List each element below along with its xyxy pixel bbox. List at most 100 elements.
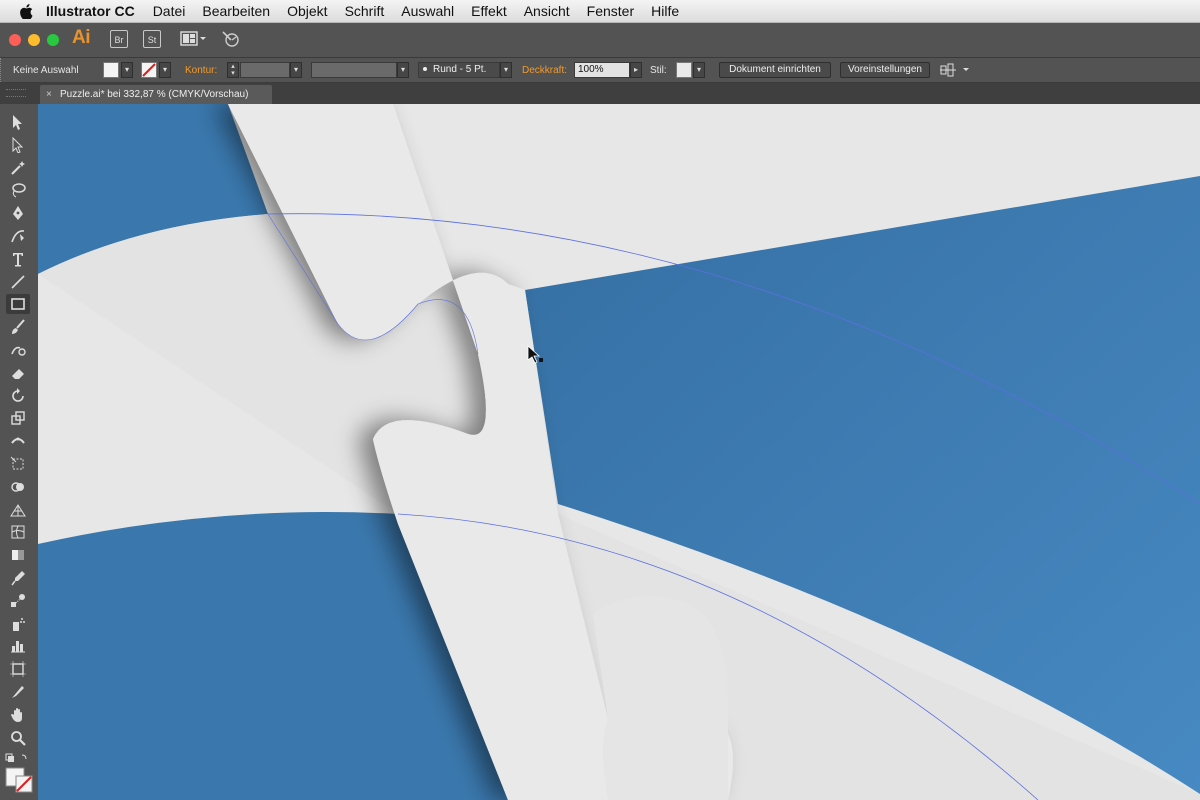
variable-width-profile-dropdown[interactable]: ▾ (397, 62, 409, 78)
line-segment-tool[interactable] (6, 272, 30, 292)
gpu-performance-button[interactable] (221, 29, 241, 54)
zoom-tool[interactable] (6, 728, 30, 748)
fill-stroke-icon (5, 753, 33, 793)
fill-swatch[interactable] (103, 62, 119, 78)
pen-tool[interactable] (6, 203, 30, 223)
lasso-tool[interactable] (6, 180, 30, 200)
shape-builder-icon (11, 482, 24, 492)
stroke-dropdown[interactable]: ▾ (159, 62, 171, 78)
perspective-grid-tool[interactable] (6, 500, 30, 520)
paintbrush-tool[interactable] (6, 317, 30, 337)
shape-builder-tool[interactable] (6, 477, 30, 497)
magic-wand-tool[interactable] (6, 158, 30, 178)
menu-datei[interactable]: Datei (153, 3, 186, 19)
menu-hilfe[interactable]: Hilfe (651, 3, 679, 19)
gradient-icon (12, 550, 24, 561)
rotate-tool[interactable] (6, 386, 30, 406)
line-segment-icon (11, 275, 25, 289)
scale-tool[interactable] (6, 408, 30, 428)
stroke-swatch[interactable] (141, 62, 157, 78)
graphic-style-dropdown[interactable]: ▾ (693, 62, 705, 78)
illustrator-logo: Ai (72, 27, 91, 48)
selection-status-label: Keine Auswahl (13, 65, 79, 76)
opacity-input[interactable]: 100% (574, 62, 630, 78)
arrange-documents-icon (180, 31, 206, 46)
none-stroke-icon (142, 63, 156, 77)
preferences-button[interactable]: Voreinstellungen (840, 62, 930, 78)
fill-stroke-swatches[interactable] (4, 752, 34, 794)
lasso-icon (12, 183, 26, 198)
bridge-button[interactable]: Br (110, 30, 128, 48)
width-tool[interactable] (6, 431, 30, 451)
menu-auswahl[interactable]: Auswahl (401, 3, 454, 19)
rectangle-tool[interactable] (6, 294, 30, 315)
document-tab[interactable]: × Puzzle.ai* bei 332,87 % (CMYK/Vorschau… (40, 85, 272, 104)
brush-definition-dropdown[interactable]: ▾ (500, 62, 512, 78)
menu-schrift[interactable]: Schrift (345, 3, 385, 19)
tab-close-icon[interactable]: × (46, 85, 52, 104)
slice-icon (12, 686, 24, 698)
menu-effekt[interactable]: Effekt (471, 3, 507, 19)
free-transform-tool[interactable] (6, 454, 30, 474)
artboard-canvas[interactable] (38, 104, 1200, 800)
selection-tool[interactable] (6, 112, 30, 132)
eraser-tool[interactable] (6, 363, 30, 383)
artboard-tool[interactable] (6, 659, 30, 679)
application-bar: Ai Br St (0, 23, 1200, 58)
gradient-tool[interactable] (6, 545, 30, 565)
column-graph-tool[interactable] (6, 636, 30, 656)
opacity-dropdown[interactable]: ▸ (630, 62, 642, 78)
control-bar-grip[interactable] (0, 58, 5, 82)
perspective-grid-icon (10, 503, 26, 517)
stroke-weight-dropdown[interactable]: ▾ (290, 62, 302, 78)
document-setup-button[interactable]: Dokument einrichten (719, 62, 831, 78)
curvature-tool[interactable] (6, 226, 30, 246)
rotate-icon (12, 387, 24, 402)
apple-icon[interactable] (18, 3, 34, 19)
menu-objekt[interactable]: Objekt (287, 3, 327, 19)
document-tab-title: Puzzle.ai* bei 332,87 % (CMYK/Vorschau) (60, 89, 249, 100)
eyedropper-tool[interactable] (6, 568, 30, 588)
menu-bar: Illustrator CC Datei Bearbeiten Objekt S… (0, 0, 1200, 23)
free-transform-icon (10, 456, 24, 470)
type-icon (13, 252, 23, 267)
slice-tool[interactable] (6, 682, 30, 702)
window-minimize-button[interactable] (28, 34, 40, 46)
menu-bearbeiten[interactable]: Bearbeiten (202, 3, 270, 19)
arrange-documents-button[interactable] (180, 30, 208, 53)
mesh-tool[interactable] (6, 522, 30, 542)
graphic-style-label: Stil: (650, 65, 667, 76)
variable-width-profile-select[interactable] (311, 62, 397, 78)
fill-dropdown[interactable]: ▾ (121, 62, 133, 78)
stroke-weight-stepper[interactable]: ▴ ▾ (227, 62, 239, 78)
menu-ansicht[interactable]: Ansicht (524, 3, 570, 19)
curvature-icon (11, 230, 25, 243)
align-panel-button[interactable] (940, 63, 972, 80)
pen-icon (13, 206, 23, 221)
window-zoom-button[interactable] (47, 34, 59, 46)
hand-tool[interactable] (6, 705, 30, 725)
brush-definition-value: Rund - 5 Pt. (433, 64, 487, 75)
shaper-tool[interactable] (6, 340, 30, 360)
window-close-button[interactable] (9, 34, 21, 46)
brush-definition-select[interactable]: Rund - 5 Pt. (418, 62, 500, 78)
symbol-sprayer-tool[interactable] (6, 614, 30, 634)
menu-fenster[interactable]: Fenster (587, 3, 634, 19)
puzzle-piece-lower (593, 596, 728, 800)
zoom-icon (11, 730, 26, 746)
blend-tool[interactable] (6, 591, 30, 611)
stroke-weight-input[interactable] (240, 62, 290, 78)
stroke-weight-label[interactable]: Kontur: (185, 65, 217, 76)
control-bar: Keine Auswahl ▾ ▾ Kontur: ▴ ▾ ▾ ▾ Rund - … (0, 58, 1200, 83)
stock-button[interactable]: St (143, 30, 161, 48)
opacity-label[interactable]: Deckkraft: (522, 65, 567, 76)
type-tool[interactable] (6, 249, 30, 269)
tools-panel (0, 104, 39, 800)
graphic-style-swatch[interactable] (676, 62, 692, 78)
artboard-icon (10, 661, 26, 678)
direct-selection-tool[interactable] (6, 135, 30, 155)
menu-app-name[interactable]: Illustrator CC (46, 3, 135, 19)
symbol-sprayer-icon (13, 617, 25, 631)
align-icon (940, 63, 969, 77)
tools-grip[interactable] (6, 89, 26, 97)
